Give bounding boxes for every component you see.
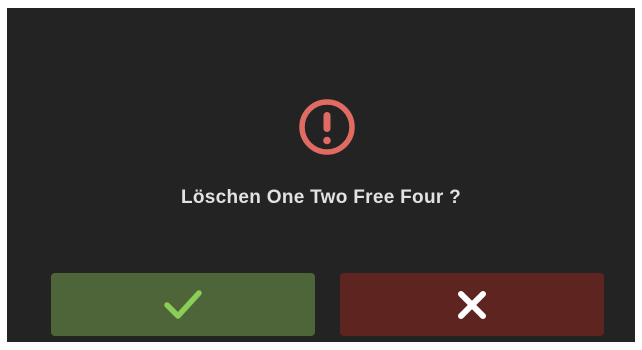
warning-bar	[323, 112, 331, 132]
checkmark-stroke	[164, 289, 202, 319]
cancel-button[interactable]	[340, 273, 604, 336]
confirm-button[interactable]	[51, 273, 315, 336]
close-icon	[456, 289, 488, 321]
exclamation-circle-icon	[298, 98, 356, 156]
warning-dot	[323, 136, 331, 145]
dialog-message: Löschen One Two Free Four ?	[180, 187, 462, 208]
confirm-delete-dialog: Löschen One Two Free Four ?	[7, 8, 635, 342]
checkmark-icon	[163, 288, 203, 322]
